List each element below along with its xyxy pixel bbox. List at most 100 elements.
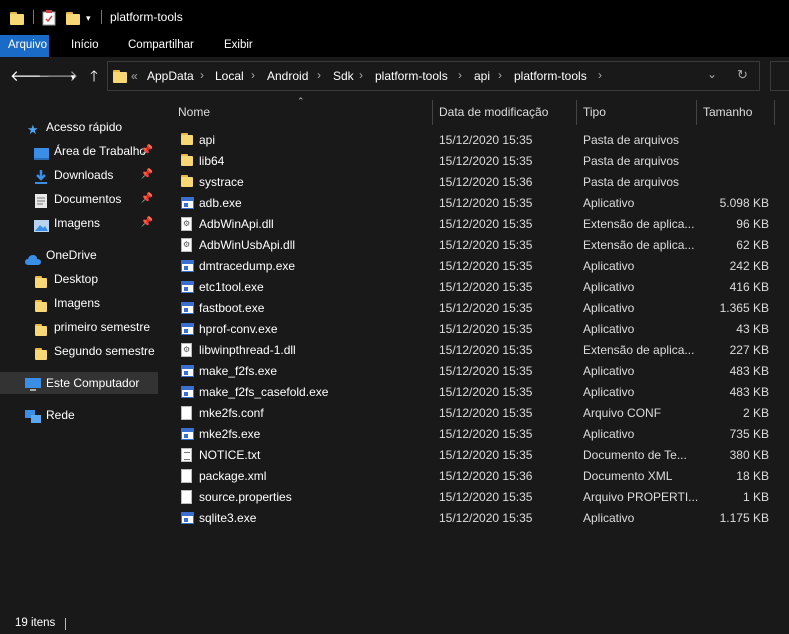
table-row[interactable]: lib64 15/12/2020 15:35 Pasta de arquivos [175,151,775,172]
column-header-type[interactable]: Tipo [583,100,606,124]
table-row[interactable]: make_f2fs_casefold.exe 15/12/2020 15:35 Ap… [175,382,775,403]
sidebar-item-primeiro-semestre[interactable]: primeiro semestre [0,316,158,338]
column-divider[interactable] [576,100,577,125]
exe-icon [181,322,194,336]
file-type: Aplicativo [583,259,635,273]
computer-icon [25,377,41,391]
table-row[interactable]: make_f2fs.exe 15/12/2020 15:35 Aplicativo 4… [175,361,775,382]
breadcrumb-api[interactable]: api [474,69,490,83]
tab-arquivo[interactable]: Arquivo [0,35,49,57]
properties-icon[interactable] [42,9,56,27]
table-row[interactable]: adb.exe 15/12/2020 15:35 Aplicativo 5.098 K… [175,193,775,214]
breadcrumb-platform-tools[interactable]: platform-tools [375,69,448,83]
breadcrumb-sdk[interactable]: Sdk [333,69,354,83]
sidebar-item-label: Segundo semestre [54,344,155,358]
sidebar-item-label: Acesso rápido [46,120,123,134]
exe-icon [181,385,194,399]
column-divider[interactable] [774,100,775,125]
tab-inicio[interactable]: Início [63,35,107,57]
back-arrow-icon[interactable]: 🡐 [10,67,50,87]
table-row[interactable]: dmtracedump.exe 15/12/2020 15:35 Aplicativ… [175,256,775,277]
dll-icon [181,343,194,357]
file-date: 15/12/2020 15:35 [439,238,533,252]
sidebar-item-documents[interactable]: Documentos 📌 [0,188,158,210]
file-date: 15/12/2020 15:35 [439,511,533,525]
customize-toolbar-icon[interactable]: ▾ [86,9,91,27]
file-date: 15/12/2020 15:35 [439,301,533,315]
sidebar-item-quick-access[interactable]: ★ Acesso rápido [0,116,158,138]
column-header-size[interactable]: Tamanho [703,100,752,124]
file-name: systrace [199,175,244,189]
file-type: Arquivo CONF [583,406,662,420]
file-type: Pasta de arquivos [583,133,680,147]
column-divider[interactable] [696,100,697,125]
column-header-name[interactable]: Nome [178,100,210,124]
table-row[interactable]: api 15/12/2020 15:35 Pasta de arquivos [175,130,775,151]
file-name: adb.exe [199,196,242,210]
pin-icon[interactable]: 📌 [141,212,153,234]
forward-arrow-icon[interactable]: 🡒 [38,67,78,87]
recent-locations-icon[interactable]: ▾ [63,67,83,87]
table-row[interactable]: hprof-conv.exe 15/12/2020 15:35 Aplicativo… [175,319,775,340]
sidebar-item-onedrive[interactable]: OneDrive [0,244,158,266]
chevron-down-icon[interactable]: ⌄ [707,67,717,81]
chevron-right-icon[interactable]: › [598,68,602,82]
table-row[interactable]: package.xml 15/12/2020 15:36 Documento XML… [175,466,775,487]
sidebar-item-label: Área de Trabalho [54,144,147,158]
breadcrumb-appdata[interactable]: AppData [147,69,194,83]
chevron-right-icon[interactable]: › [317,68,321,82]
search-input[interactable] [770,61,789,91]
table-row[interactable]: source.properties 15/12/2020 15:35 Arquivo… [175,487,775,508]
sidebar-item-segundo-semestre[interactable]: Segundo semestre [0,340,158,362]
table-row[interactable]: systrace 15/12/2020 15:36 Pasta de arquivo… [175,172,775,193]
table-row[interactable]: sqlite3.exe 15/12/2020 15:35 Aplicativo 1.1… [175,508,775,529]
refresh-icon[interactable]: ↻ [737,67,748,83]
chevron-right-icon[interactable]: › [458,68,462,82]
file-size: 18 KB [736,469,769,483]
chevron-right-icon[interactable]: › [251,68,255,82]
table-row[interactable]: libwinpthread-1.dll15/12/2020 15:35Exten… [175,340,775,361]
tab-exibir[interactable]: Exibir [216,35,261,57]
sidebar-item-onedrive-images[interactable]: Imagens [0,292,158,314]
file-icon [181,469,194,483]
table-row[interactable]: AdbWinApi.dll15/12/2020 15:35Extensão de… [175,214,775,235]
pin-icon[interactable]: 📌 [141,188,153,210]
chevron-right-icon[interactable]: › [498,68,502,82]
sidebar-item-network[interactable]: Rede [0,404,158,426]
file-date: 15/12/2020 15:35 [439,217,533,231]
breadcrumb-android[interactable]: Android [267,69,308,83]
pin-icon[interactable]: 📌 [141,164,153,186]
address-bar[interactable]: « AppData › Local › Android › Sdk › plat… [107,61,760,91]
new-folder-icon[interactable] [66,9,80,27]
breadcrumb-local[interactable]: Local [215,69,244,83]
divider [101,10,102,24]
sidebar-item-onedrive-desktop[interactable]: Desktop [0,268,158,290]
table-row[interactable]: mke2fs.conf 15/12/2020 15:35 Arquivo CONF 2… [175,403,775,424]
sidebar-item-downloads[interactable]: Downloads 📌 [0,164,158,186]
folder-icon [181,154,194,168]
column-divider[interactable] [432,100,433,125]
chevron-right-icon[interactable]: › [359,68,363,82]
pin-icon[interactable]: 📌 [141,140,153,162]
column-header-date[interactable]: Data de modificação [439,100,548,124]
up-arrow-icon[interactable]: 🡑 [84,67,104,87]
file-date: 15/12/2020 15:35 [439,196,533,210]
tab-compartilhar[interactable]: Compartilhar [120,35,202,57]
file-name: AdbWinApi.dll [199,217,274,231]
divider [33,10,34,24]
exe-icon [181,427,194,441]
table-row[interactable]: etc1tool.exe 15/12/2020 15:35 Aplicativo 41… [175,277,775,298]
breadcrumb-overflow[interactable]: « [131,69,138,83]
table-row[interactable]: fastboot.exe 15/12/2020 15:35 Aplicativo 1.… [175,298,775,319]
sidebar-item-desktop[interactable]: Área de Trabalho 📌 [0,140,158,162]
chevron-right-icon[interactable]: › [200,68,204,82]
file-size: 1 KB [742,490,769,504]
table-row[interactable]: NOTICE.txt 15/12/2020 15:35 Documento de T… [175,445,775,466]
table-row[interactable]: AdbWinUsbApi.dll15/12/2020 15:35Extensão… [175,235,775,256]
breadcrumb-platform-tools-current[interactable]: platform-tools [514,69,587,83]
sidebar-item-this-pc[interactable]: Este Computador [0,372,158,394]
table-row[interactable]: mke2fs.exe 15/12/2020 15:35 Aplicativo 735 … [175,424,775,445]
sidebar-item-label: Imagens [54,216,101,230]
sidebar-item-images[interactable]: Imagens 📌 [0,212,158,234]
file-type: Aplicativo [583,196,635,210]
